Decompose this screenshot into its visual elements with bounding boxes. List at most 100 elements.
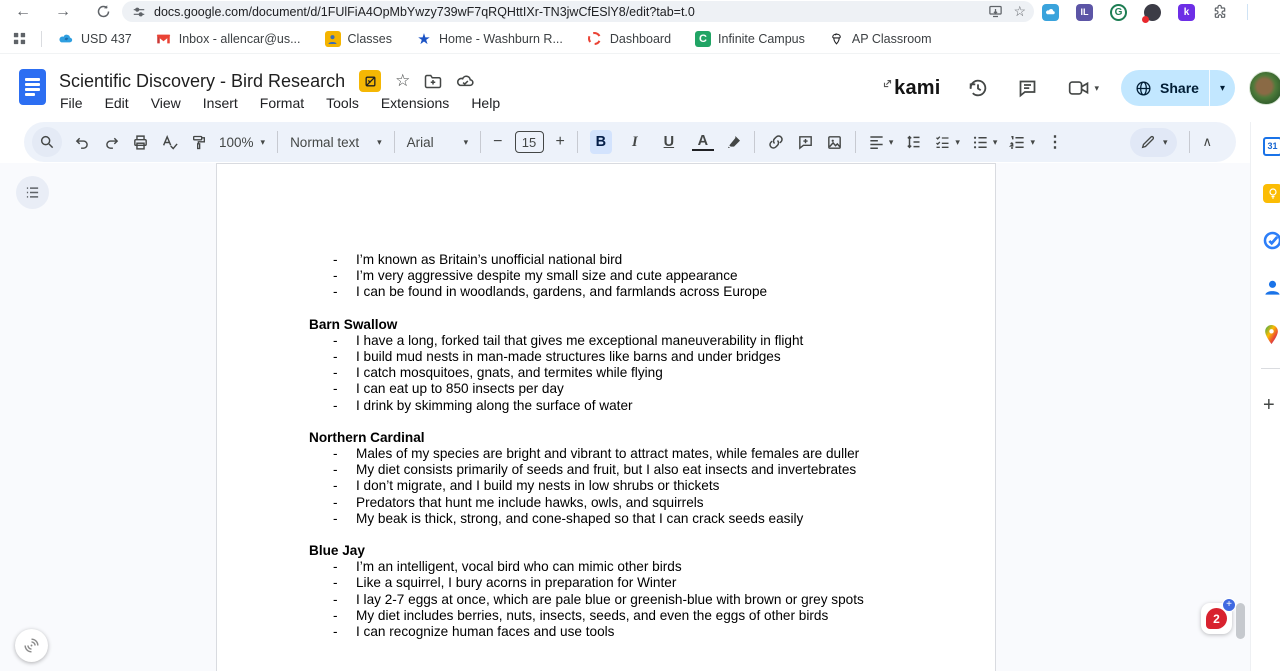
- zoom-select[interactable]: 100% ▾: [219, 135, 265, 150]
- version-history-icon[interactable]: [967, 77, 989, 99]
- share-dropdown[interactable]: ▾: [1210, 83, 1235, 94]
- calendar-icon[interactable]: 31: [1263, 137, 1280, 156]
- document-page[interactable]: - I’m known as Britain’s unofficial natio…: [216, 163, 996, 671]
- add-comment-button[interactable]: [797, 134, 814, 151]
- print-button[interactable]: [132, 134, 149, 151]
- bullet-item[interactable]: - My beak is thick, strong, and cone-shap…: [217, 511, 995, 527]
- bullet-item[interactable]: - I’m an intelligent, vocal bird who can …: [217, 559, 995, 575]
- bullet-item[interactable]: - Males of my species are bright and vibr…: [217, 446, 995, 462]
- apps-grid-icon[interactable]: [12, 31, 27, 46]
- bookmark-dashboard[interactable]: Dashboard: [587, 31, 671, 47]
- editing-mode-button[interactable]: ▾: [1129, 127, 1178, 157]
- bookmark-inbox[interactable]: Inbox - allencar@us...: [156, 31, 301, 47]
- line-spacing-button[interactable]: [905, 134, 922, 150]
- bullet-item[interactable]: - I drink by skimming along the surface o…: [217, 398, 995, 414]
- contacts-icon[interactable]: [1263, 278, 1280, 297]
- bullet-item[interactable]: - My diet includes berries, nuts, insects…: [217, 608, 995, 624]
- bullet-item[interactable]: - I lay 2-7 eggs at once, which are pale …: [217, 592, 995, 608]
- share-button[interactable]: Share ▾: [1121, 70, 1235, 106]
- paragraph-style-select[interactable]: Normal text ▾: [290, 135, 382, 150]
- text-color-button[interactable]: A: [691, 133, 714, 151]
- bullet-item[interactable]: - Predators that hunt me include hawks, o…: [217, 495, 995, 511]
- font-size-input[interactable]: 15: [514, 131, 544, 153]
- bookmark-classes[interactable]: Classes: [324, 30, 392, 47]
- back-button[interactable]: ←: [14, 3, 32, 21]
- comments-icon[interactable]: [1017, 78, 1038, 99]
- open-in-kami-button[interactable]: kami: [883, 77, 940, 100]
- paint-format-button[interactable]: [191, 134, 207, 151]
- kami-notification-widget[interactable]: 2 +: [1201, 598, 1236, 634]
- bullet-item[interactable]: - I can be found in woodlands, gardens, a…: [217, 284, 995, 300]
- redo-button[interactable]: [103, 134, 120, 151]
- search-menus-button[interactable]: [32, 127, 62, 157]
- accessibility-tool-button[interactable]: [15, 629, 48, 662]
- account-avatar[interactable]: [1249, 71, 1280, 105]
- checklist-button[interactable]: ▾: [934, 134, 960, 150]
- document-title[interactable]: Scientific Discovery - Bird Research: [59, 71, 345, 92]
- align-button[interactable]: ▾: [868, 135, 893, 150]
- menu-extensions[interactable]: Extensions: [381, 95, 449, 111]
- menu-edit[interactable]: Edit: [105, 95, 129, 111]
- italic-button[interactable]: I: [624, 130, 646, 154]
- spellcheck-button[interactable]: [161, 134, 179, 151]
- increase-font-size-button[interactable]: +: [556, 133, 565, 151]
- section-heading[interactable]: Northern Cardinal: [217, 430, 995, 446]
- decrease-font-size-button[interactable]: −: [493, 133, 502, 151]
- extensions-puzzle-icon[interactable]: [1212, 4, 1228, 20]
- hide-menus-button[interactable]: ∧: [1202, 134, 1212, 150]
- menu-help[interactable]: Help: [471, 95, 500, 111]
- cloud-extension-icon[interactable]: [1042, 3, 1059, 21]
- highlight-color-button[interactable]: [726, 134, 742, 150]
- bulleted-list-button[interactable]: ▾: [972, 135, 997, 150]
- bookmark-star-icon[interactable]: ☆: [1013, 3, 1026, 20]
- menu-file[interactable]: File: [60, 95, 83, 111]
- forward-button[interactable]: →: [54, 3, 72, 21]
- bookmark-usd437[interactable]: USD 437: [58, 31, 132, 47]
- insert-link-button[interactable]: [767, 133, 785, 151]
- section-heading[interactable]: Barn Swallow: [217, 317, 995, 333]
- bullet-item[interactable]: - I build mud nests in man-made structure…: [217, 349, 995, 365]
- add-side-panel-app-button[interactable]: +: [1263, 394, 1275, 417]
- meet-call-button[interactable]: ▾: [1068, 79, 1099, 97]
- url-text[interactable]: docs.google.com/document/d/1FUlFiA4OpMbY…: [154, 5, 978, 19]
- show-outline-button[interactable]: [16, 176, 49, 209]
- dashboard-extension-icon[interactable]: [1142, 3, 1161, 23]
- bookmark-home-washburn[interactable]: ★ Home - Washburn R...: [416, 31, 563, 48]
- bullet-item[interactable]: - I have a long, forked tail that gives m…: [217, 333, 995, 349]
- font-select[interactable]: Arial ▾: [407, 135, 469, 150]
- maps-icon[interactable]: [1263, 325, 1280, 344]
- install-app-icon[interactable]: [988, 4, 1003, 19]
- bookmark-ap-classroom[interactable]: AP Classroom: [829, 31, 932, 47]
- site-settings-icon[interactable]: [132, 5, 146, 19]
- bullet-item[interactable]: - I don’t migrate, and I build my nests i…: [217, 478, 995, 494]
- bullet-item[interactable]: - I can recognize human faces and use too…: [217, 624, 995, 640]
- reload-button[interactable]: [94, 3, 112, 21]
- keep-icon[interactable]: [1263, 184, 1280, 203]
- bullet-item[interactable]: - I catch mosquitoes, gnats, and termites…: [217, 365, 995, 381]
- bullet-item[interactable]: - My diet consists primarily of seeds and…: [217, 462, 995, 478]
- document-status-cloud-icon[interactable]: [456, 74, 475, 88]
- bookmark-infinite-campus[interactable]: C Infinite Campus: [695, 30, 805, 47]
- vertical-scrollbar-thumb[interactable]: [1236, 603, 1245, 639]
- menu-insert[interactable]: Insert: [203, 95, 238, 111]
- menu-format[interactable]: Format: [260, 95, 304, 111]
- bold-button[interactable]: B: [589, 130, 612, 154]
- numbered-list-button[interactable]: ▾: [1009, 135, 1035, 150]
- il-extension-icon[interactable]: IL: [1076, 3, 1093, 21]
- bullet-item[interactable]: - Like a squirrel, I bury acorns in prepa…: [217, 575, 995, 591]
- kami-extension-icon[interactable]: k: [1178, 3, 1195, 21]
- bullet-item[interactable]: - I’m known as Britain’s unofficial natio…: [217, 252, 995, 268]
- tasks-icon[interactable]: [1263, 231, 1280, 250]
- undo-button[interactable]: [74, 134, 91, 151]
- address-bar[interactable]: docs.google.com/document/d/1FUlFiA4OpMbY…: [122, 1, 1034, 22]
- bullet-item[interactable]: - I’m very aggressive despite my small si…: [217, 268, 995, 284]
- more-options-button[interactable]: ⋮: [1047, 132, 1063, 152]
- kami-mode-icon[interactable]: [359, 70, 382, 92]
- menu-view[interactable]: View: [151, 95, 181, 111]
- underline-button[interactable]: U: [658, 130, 680, 154]
- star-document-icon[interactable]: ☆: [395, 71, 410, 91]
- bullet-item[interactable]: - I can eat up to 850 insects per day: [217, 381, 995, 397]
- insert-image-button[interactable]: [826, 134, 843, 151]
- move-to-folder-icon[interactable]: [424, 74, 442, 89]
- g-extension-icon[interactable]: G: [1110, 3, 1127, 21]
